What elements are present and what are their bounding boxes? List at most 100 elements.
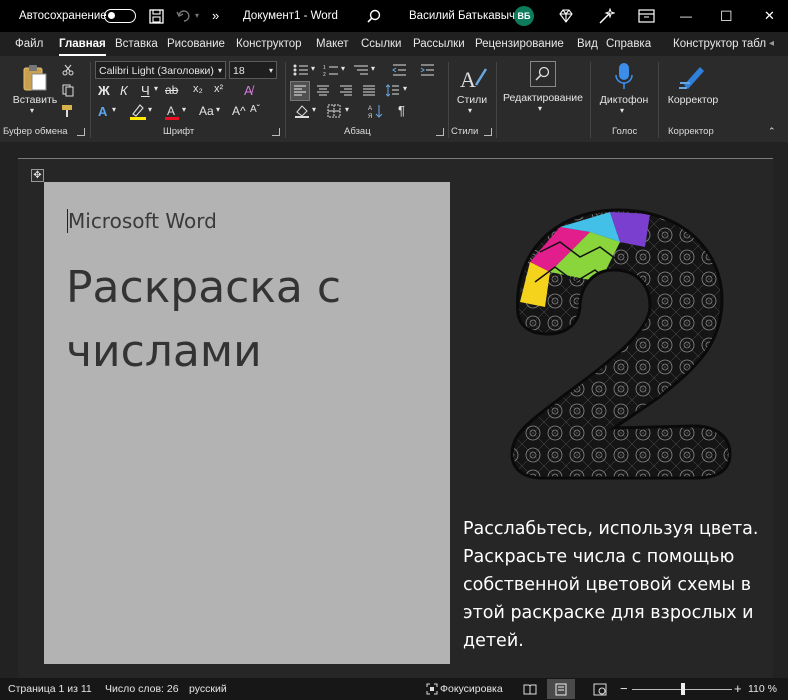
tab-references[interactable]: Ссылки <box>361 32 402 56</box>
tab-scroll-right-icon[interactable]: ◂ <box>769 32 774 56</box>
save-icon[interactable] <box>149 9 164 24</box>
tab-file[interactable]: Файл <box>15 32 43 56</box>
overflow-icon[interactable]: » <box>212 0 219 32</box>
grow-font-icon[interactable]: A^ <box>232 104 246 118</box>
search-icon[interactable] <box>367 9 381 23</box>
strikethrough-icon[interactable]: ab <box>165 83 178 97</box>
page-count[interactable]: Страница 1 из 11 <box>8 678 92 700</box>
clipboard-paste-icon[interactable] <box>22 64 48 92</box>
clear-formatting-icon[interactable]: A̸ <box>244 83 253 98</box>
clipboard-launcher-icon[interactable] <box>77 128 85 136</box>
ribbon-display-icon[interactable] <box>638 9 655 23</box>
tab-home[interactable]: Главная <box>59 32 106 56</box>
italic-button[interactable]: К <box>120 83 128 98</box>
word-count[interactable]: Число слов: 26 <box>105 678 179 700</box>
tab-table-design[interactable]: Конструктор табл <box>673 32 766 56</box>
focus-button[interactable]: Фокусировка <box>440 678 503 700</box>
justify-icon[interactable] <box>362 85 376 96</box>
align-center-icon[interactable] <box>316 85 330 96</box>
minimize-button[interactable]: — <box>680 0 692 32</box>
underline-button[interactable]: Ч <box>141 83 150 98</box>
tab-mailings[interactable]: Рассылки <box>413 32 465 56</box>
editor-button[interactable]: Корректор <box>663 94 723 106</box>
paragraph-launcher-icon[interactable] <box>436 128 444 136</box>
highlight-dropdown-icon[interactable]: ▾ <box>148 105 152 114</box>
microphone-icon[interactable] <box>614 62 634 92</box>
styles-launcher-icon[interactable] <box>484 128 492 136</box>
cut-icon[interactable] <box>62 64 74 76</box>
zoom-slider-thumb[interactable] <box>681 683 686 695</box>
zoom-in-icon[interactable]: + <box>734 678 742 700</box>
maximize-button[interactable]: ☐ <box>720 0 733 32</box>
tab-review[interactable]: Рецензирование <box>475 32 564 56</box>
styles-dropdown-icon[interactable]: ▾ <box>468 106 472 115</box>
editing-dropdown-icon[interactable]: ▾ <box>538 104 542 113</box>
font-color-dropdown-icon[interactable]: ▾ <box>182 105 186 114</box>
borders-icon[interactable] <box>327 104 341 118</box>
shrink-font-icon[interactable]: Aˇ <box>250 104 260 115</box>
web-layout-icon[interactable] <box>593 683 607 696</box>
tab-design[interactable]: Конструктор <box>236 32 302 56</box>
tab-insert[interactable]: Вставка <box>115 32 158 56</box>
avatar[interactable]: ВБ <box>514 6 534 26</box>
highlight-color-icon[interactable] <box>129 103 147 120</box>
paste-dropdown-icon[interactable]: ▾ <box>30 106 34 115</box>
zoom-level[interactable]: 110 % <box>748 678 777 700</box>
show-formatting-icon[interactable]: ¶ <box>398 103 405 118</box>
read-mode-icon[interactable] <box>523 683 537 695</box>
tab-layout[interactable]: Макет <box>316 32 349 56</box>
document-title-heading[interactable]: Раскраска с числами <box>66 256 446 384</box>
zoom-out-icon[interactable]: − <box>620 678 628 700</box>
increase-indent-icon[interactable] <box>420 64 435 76</box>
font-size-select[interactable]: 18 ▾ <box>229 61 277 79</box>
diamond-icon[interactable] <box>558 8 574 24</box>
paste-button[interactable]: Вставить <box>11 94 59 106</box>
sort-icon[interactable]: AЯ <box>368 103 384 119</box>
editing-label[interactable]: Редактирование <box>500 92 586 104</box>
copy-icon[interactable] <box>62 84 74 97</box>
bullets-icon[interactable] <box>293 64 309 76</box>
document-paragraph[interactable]: Расслабьтесь, используя цвета. Раскрасьт… <box>463 515 763 655</box>
focus-icon[interactable] <box>426 683 438 695</box>
shading-dropdown-icon[interactable]: ▾ <box>312 105 316 114</box>
numbering-dropdown-icon[interactable]: ▾ <box>341 64 345 73</box>
line-spacing-dropdown-icon[interactable]: ▾ <box>403 84 407 93</box>
styles-icon[interactable]: A <box>458 63 488 93</box>
change-case-icon[interactable]: Aa <box>199 104 214 118</box>
styles-button[interactable]: Стили <box>452 94 492 106</box>
autosave-toggle[interactable] <box>104 9 136 23</box>
designer-wand-icon[interactable] <box>598 8 615 24</box>
text-effects-icon[interactable]: A <box>98 104 107 119</box>
borders-dropdown-icon[interactable]: ▾ <box>345 105 349 114</box>
tab-view[interactable]: Вид <box>577 32 598 56</box>
editor-pen-icon[interactable] <box>678 63 708 91</box>
numbering-icon[interactable]: 12 <box>323 64 339 76</box>
subscript-icon[interactable]: x₂ <box>193 83 203 95</box>
user-name[interactable]: Василий Батькавыч <box>409 0 515 32</box>
collapse-ribbon-icon[interactable]: ⌃ <box>768 126 776 137</box>
language[interactable]: русский <box>189 678 227 700</box>
table-move-handle-icon[interactable]: ✥ <box>31 169 44 182</box>
dictate-button[interactable]: Диктофон <box>594 94 654 106</box>
decrease-indent-icon[interactable] <box>392 64 407 76</box>
multilevel-dropdown-icon[interactable]: ▾ <box>371 64 375 73</box>
undo-dropdown-icon[interactable]: ▾ <box>195 0 199 32</box>
bold-button[interactable]: Ж <box>98 83 110 98</box>
font-name-select[interactable]: Calibri Light (Заголовки) ▾ <box>95 61 226 79</box>
superscript-icon[interactable]: x² <box>214 83 223 95</box>
close-button[interactable]: ✕ <box>764 0 775 32</box>
font-launcher-icon[interactable] <box>272 128 280 136</box>
font-color-icon[interactable]: A <box>164 103 180 120</box>
text-effects-dropdown-icon[interactable]: ▾ <box>112 105 116 114</box>
tab-draw[interactable]: Рисование <box>167 32 225 56</box>
underline-dropdown-icon[interactable]: ▾ <box>154 84 158 93</box>
shading-icon[interactable] <box>294 104 310 118</box>
change-case-dropdown-icon[interactable]: ▾ <box>216 105 220 114</box>
multilevel-list-icon[interactable] <box>353 64 369 76</box>
format-painter-icon[interactable] <box>61 104 75 118</box>
dictate-dropdown-icon[interactable]: ▾ <box>620 106 624 115</box>
bullets-dropdown-icon[interactable]: ▾ <box>311 64 315 73</box>
line-spacing-icon[interactable] <box>386 84 400 97</box>
tab-help[interactable]: Справка <box>606 32 651 56</box>
align-right-icon[interactable] <box>339 85 353 96</box>
